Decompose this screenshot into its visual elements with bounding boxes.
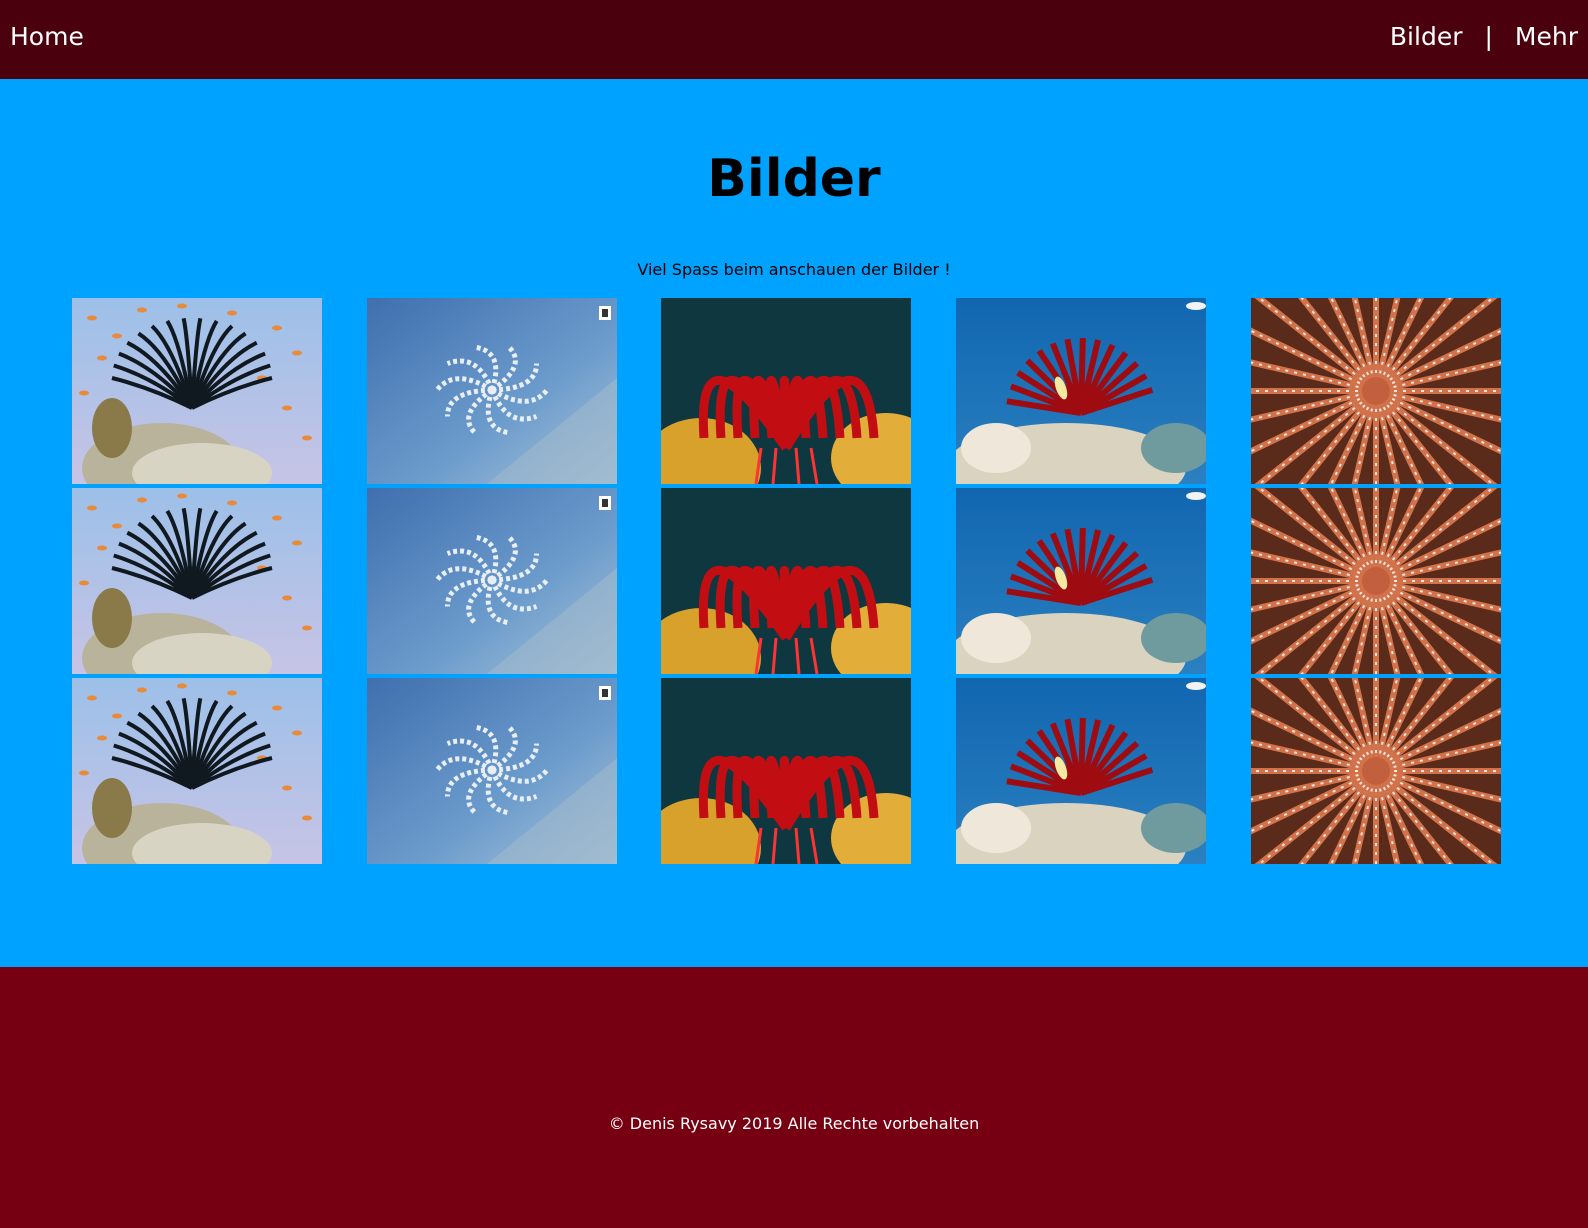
footer: © Denis Rysavy 2019 Alle Rechte vorbehal… — [0, 967, 1588, 1228]
white-feather-star-icon — [367, 298, 617, 484]
red-feather-star-icon — [661, 298, 911, 484]
mehr-link[interactable]: Mehr — [1515, 22, 1578, 51]
red-crinoid-reef-icon — [956, 488, 1206, 674]
right-navigation: Bilder | Mehr — [1390, 22, 1578, 51]
gallery-image[interactable] — [1251, 678, 1501, 864]
home-link[interactable]: Home — [10, 22, 84, 51]
fan-worm-icon — [1251, 678, 1501, 864]
fan-worm-icon — [1251, 488, 1501, 674]
page-title: Bilder — [707, 149, 881, 209]
gallery-image[interactable] — [956, 488, 1206, 674]
gallery-image[interactable] — [956, 298, 1206, 484]
white-feather-star-icon — [367, 488, 617, 674]
red-feather-star-icon — [661, 488, 911, 674]
black-feather-star-icon — [72, 488, 322, 674]
nav-separator: | — [1484, 22, 1493, 51]
gallery-image[interactable] — [956, 678, 1206, 864]
black-feather-star-icon — [72, 678, 322, 864]
gallery-image[interactable] — [661, 678, 911, 864]
red-crinoid-reef-icon — [956, 678, 1206, 864]
gallery-image[interactable] — [1251, 298, 1501, 484]
gallery-image[interactable] — [72, 298, 322, 484]
bilder-link[interactable]: Bilder — [1390, 22, 1463, 51]
image-gallery — [72, 298, 1516, 864]
top-navigation: Home Bilder | Mehr — [0, 0, 1588, 79]
gallery-image[interactable] — [661, 298, 911, 484]
gallery-image[interactable] — [1251, 488, 1501, 674]
red-feather-star-icon — [661, 678, 911, 864]
gallery-image[interactable] — [367, 678, 617, 864]
white-feather-star-icon — [367, 678, 617, 864]
gallery-image[interactable] — [72, 488, 322, 674]
gallery-image[interactable] — [367, 298, 617, 484]
gallery-image[interactable] — [367, 488, 617, 674]
black-feather-star-icon — [72, 298, 322, 484]
gallery-image[interactable] — [661, 488, 911, 674]
page-subtitle: Viel Spass beim anschauen der Bilder ! — [637, 260, 951, 279]
red-crinoid-reef-icon — [956, 298, 1206, 484]
copyright-text: © Denis Rysavy 2019 Alle Rechte vorbehal… — [608, 1114, 980, 1133]
gallery-image[interactable] — [72, 678, 322, 864]
main-content: Bilder Viel Spass beim anschauen der Bil… — [0, 79, 1588, 967]
fan-worm-icon — [1251, 298, 1501, 484]
